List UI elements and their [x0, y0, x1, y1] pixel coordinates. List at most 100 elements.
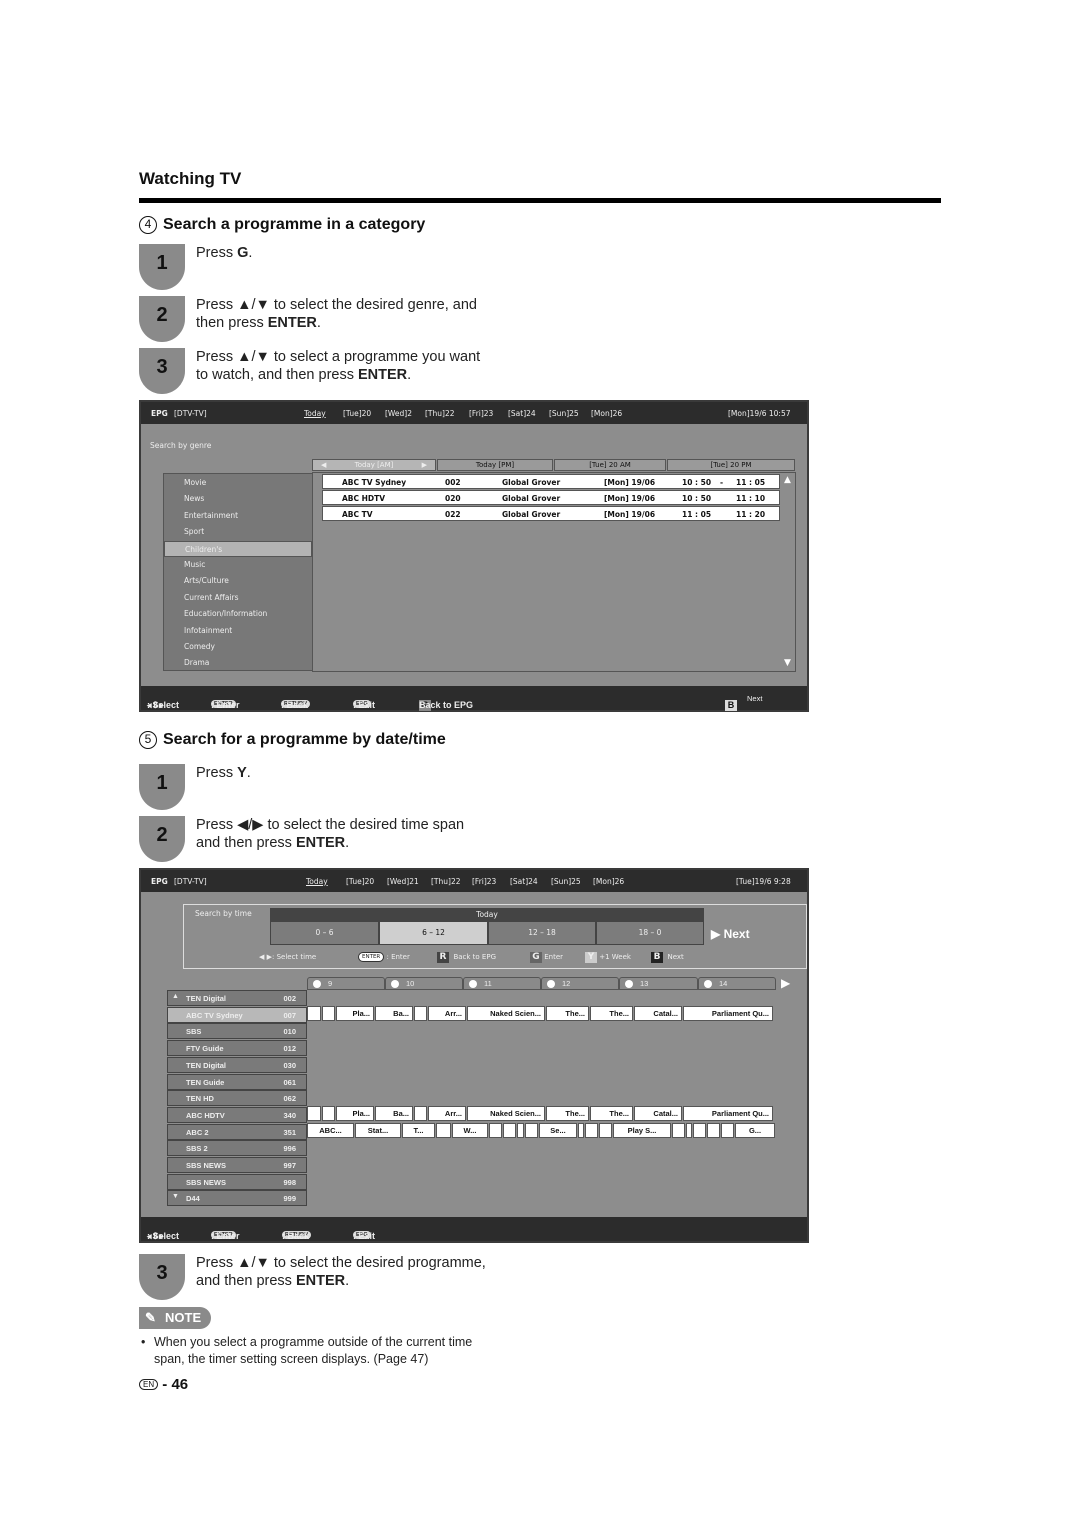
day-tab-today[interactable]: Today: [306, 877, 328, 886]
programme-cell[interactable]: Pla...: [336, 1106, 374, 1121]
programme-cell[interactable]: Naked Scien...: [467, 1106, 545, 1121]
tab-today-am[interactable]: ◀ Today [AM] ▶: [312, 459, 436, 471]
genre-item[interactable]: Infotainment: [164, 623, 312, 639]
programme-cell[interactable]: [693, 1123, 706, 1138]
programme-cell[interactable]: Arr...: [428, 1106, 466, 1121]
channel-row[interactable]: ▼ D44 999: [167, 1190, 307, 1207]
programme-cell[interactable]: The...: [590, 1106, 633, 1121]
tab-tue-am[interactable]: [Tue] 20 AM: [554, 459, 666, 471]
programme-cell[interactable]: The...: [546, 1106, 589, 1121]
programme-cell[interactable]: Catal...: [634, 1006, 682, 1021]
channel-row[interactable]: SBS 2 996: [167, 1140, 307, 1157]
channel-row[interactable]: SBS 010: [167, 1023, 307, 1040]
programme-cell[interactable]: Arr...: [428, 1006, 466, 1021]
genre-item[interactable]: Music: [164, 557, 312, 573]
programme-cell[interactable]: [436, 1123, 451, 1138]
genre-item[interactable]: Arts/Culture: [164, 573, 312, 589]
scroll-down-icon[interactable]: ▼: [784, 658, 791, 668]
day-tab[interactable]: [Sun]25: [551, 877, 581, 886]
genre-item[interactable]: Entertainment: [164, 508, 312, 524]
day-tab[interactable]: [Mon]26: [591, 409, 622, 418]
day-tab[interactable]: [Wed]2: [385, 409, 412, 418]
programme-cell[interactable]: Stat...: [355, 1123, 401, 1138]
day-tab[interactable]: [Sat]24: [508, 409, 536, 418]
programme-cell[interactable]: Parliament Qu...: [683, 1106, 773, 1121]
programme-cell[interactable]: [489, 1123, 502, 1138]
genre-item[interactable]: Movie: [164, 475, 312, 491]
channel-row[interactable]: ABC HDTV 340: [167, 1106, 307, 1123]
programme-cell[interactable]: [322, 1106, 335, 1121]
genre-item[interactable]: News: [164, 491, 312, 507]
day-tab-today[interactable]: Today: [304, 409, 326, 418]
programme-cell[interactable]: Se...: [539, 1123, 577, 1138]
scroll-up-icon[interactable]: ▲: [784, 475, 791, 485]
programme-cell[interactable]: [707, 1123, 720, 1138]
channel-row[interactable]: SBS NEWS 997: [167, 1157, 307, 1173]
arrow-left-icon[interactable]: ◀: [321, 460, 326, 470]
programme-cell[interactable]: ABC...: [307, 1123, 354, 1138]
result-row[interactable]: ABC HDTV 020 Global Grover [Mon] 19/06 1…: [322, 490, 780, 505]
programme-cell[interactable]: [525, 1123, 538, 1138]
genre-item[interactable]: Comedy: [164, 639, 312, 655]
programme-cell[interactable]: Play S...: [613, 1123, 671, 1138]
day-tab[interactable]: [Thu]22: [425, 409, 454, 418]
programme-cell[interactable]: [414, 1006, 427, 1021]
result-row[interactable]: ABC TV Sydney 002 Global Grover [Mon] 19…: [322, 474, 780, 489]
day-tab[interactable]: [Thu]22: [431, 877, 460, 886]
programme-cell[interactable]: [307, 1006, 321, 1021]
programme-cell[interactable]: [307, 1106, 321, 1121]
genre-item-selected[interactable]: Children's: [164, 541, 312, 557]
programme-cell[interactable]: Naked Scien...: [467, 1006, 545, 1021]
programme-cell[interactable]: The...: [590, 1006, 633, 1021]
next-button[interactable]: ▶ Next: [711, 927, 750, 941]
channel-row[interactable]: SBS NEWS 998: [167, 1173, 307, 1190]
day-tab[interactable]: [Sun]25: [549, 409, 579, 418]
programme-cell[interactable]: [585, 1123, 598, 1138]
programme-cell[interactable]: W...: [452, 1123, 488, 1138]
programme-cell[interactable]: Pla...: [336, 1006, 374, 1021]
day-tab[interactable]: [Tue]20: [343, 409, 371, 418]
programme-cell[interactable]: [721, 1123, 734, 1138]
span-cell[interactable]: 12 – 18: [488, 921, 596, 945]
programme-cell[interactable]: [503, 1123, 516, 1138]
arrow-right-icon[interactable]: ▶: [422, 460, 427, 470]
scroll-down-icon[interactable]: ▼: [172, 1193, 179, 1200]
channel-row[interactable]: ABC 2 351: [167, 1123, 307, 1140]
channel-row[interactable]: ABC TV Sydney 007: [167, 1006, 307, 1023]
span-cell[interactable]: 18 – 0: [596, 921, 704, 945]
programme-cell[interactable]: [517, 1123, 524, 1138]
result-row[interactable]: ABC TV 022 Global Grover [Mon] 19/06 11 …: [322, 506, 780, 521]
tab-today-pm[interactable]: Today [PM]: [437, 459, 553, 471]
channel-row[interactable]: TEN HD 062: [167, 1090, 307, 1107]
channel-row[interactable]: TEN Guide 061: [167, 1073, 307, 1090]
genre-item[interactable]: Sport: [164, 524, 312, 540]
day-tab[interactable]: [Sat]24: [510, 877, 538, 886]
programme-cell[interactable]: Ba...: [375, 1006, 413, 1021]
programme-cell[interactable]: The...: [546, 1006, 589, 1021]
tab-tue-pm[interactable]: [Tue] 20 PM: [667, 459, 795, 471]
programme-cell[interactable]: [414, 1106, 427, 1121]
programme-cell[interactable]: [322, 1006, 335, 1021]
channel-row[interactable]: TEN Digital 030: [167, 1056, 307, 1073]
span-cell-selected[interactable]: 6 – 12: [379, 921, 488, 945]
programme-cell[interactable]: [672, 1123, 685, 1138]
day-tab[interactable]: [Fri]23: [472, 877, 496, 886]
scroll-up-icon[interactable]: ▲: [172, 993, 179, 1000]
programme-cell[interactable]: Catal...: [634, 1106, 682, 1121]
genre-item[interactable]: Current Affairs: [164, 590, 312, 606]
genre-item[interactable]: Drama: [164, 655, 312, 671]
scroll-right-icon[interactable]: ▶: [781, 976, 790, 990]
day-tab[interactable]: [Tue]20: [346, 877, 374, 886]
channel-row[interactable]: FTV Guide 012: [167, 1040, 307, 1057]
programme-cell[interactable]: [686, 1123, 692, 1138]
day-tab[interactable]: [Fri]23: [469, 409, 493, 418]
programme-cell[interactable]: [599, 1123, 612, 1138]
programme-cell[interactable]: T...: [402, 1123, 435, 1138]
span-cell[interactable]: 0 – 6: [270, 921, 379, 945]
genre-item[interactable]: Education/Information: [164, 606, 312, 622]
programme-cell[interactable]: [578, 1123, 584, 1138]
channel-row[interactable]: ▲ TEN Digital 002: [167, 990, 307, 1006]
programme-cell[interactable]: G...: [735, 1123, 775, 1138]
day-tab[interactable]: [Mon]26: [593, 877, 624, 886]
programme-cell[interactable]: Ba...: [375, 1106, 413, 1121]
